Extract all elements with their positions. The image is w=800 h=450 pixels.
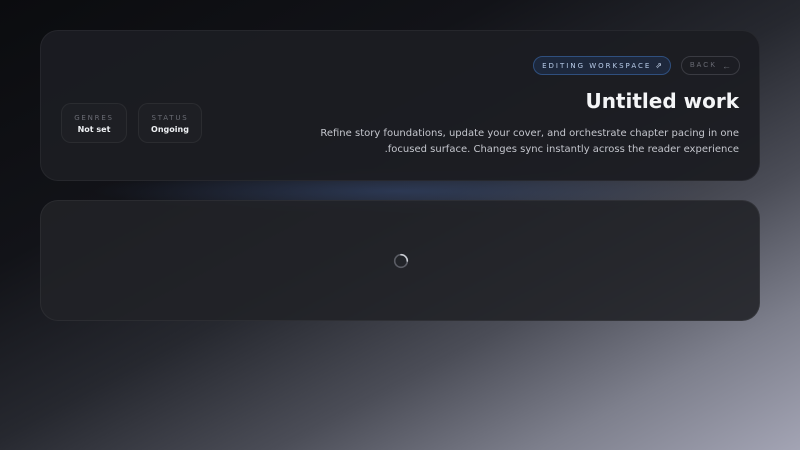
back-button[interactable]: BACK ←	[680, 56, 740, 75]
spinner-icon	[393, 253, 409, 269]
genres-value: Not set	[77, 125, 111, 134]
editing-workspace-label: EDITING WORKSPACE	[542, 61, 652, 70]
page-description: Refine story foundations, update your co…	[320, 128, 739, 155]
link-icon: ⇗	[655, 61, 662, 70]
editing-workspace-badge: EDITING WORKSPACE ⇗	[533, 56, 671, 75]
arrow-left-icon: ←	[722, 60, 731, 71]
status-label: STATUS	[151, 114, 189, 122]
workspace-header-card: EDITING WORKSPACE ⇗ BACK ← Untitled work…	[40, 30, 760, 181]
status-value: Ongoing	[151, 125, 189, 134]
genres-chip: GENRES Not set	[61, 103, 127, 143]
back-label: BACK	[689, 62, 717, 69]
status-chip: STATUS Ongoing	[138, 103, 202, 143]
content-panel	[40, 200, 760, 321]
genres-label: GENRES	[74, 114, 114, 122]
page-title: Untitled work	[585, 89, 739, 113]
